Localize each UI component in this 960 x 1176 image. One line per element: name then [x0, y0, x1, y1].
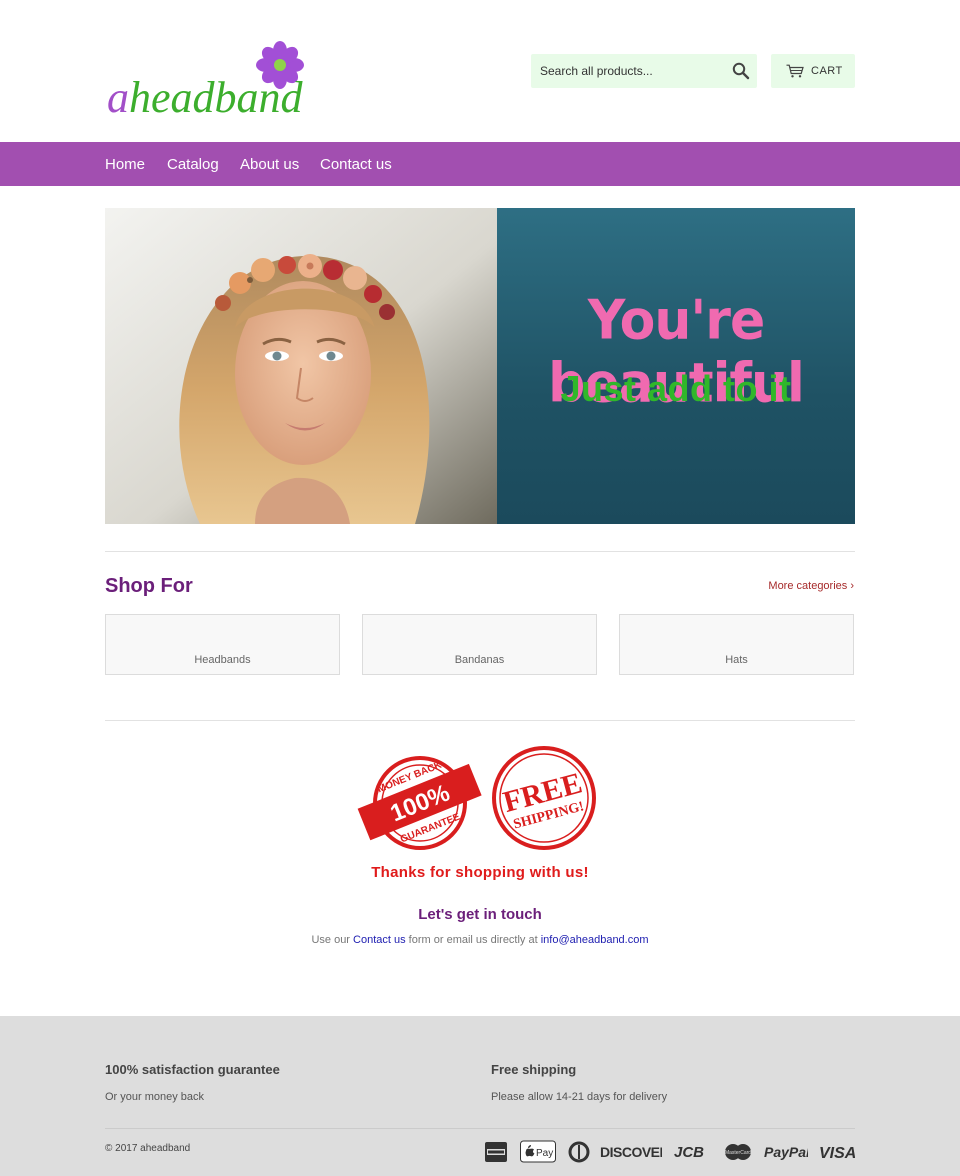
site-header: aheadband Search all products... CART	[0, 0, 960, 142]
site-footer: 100% satisfaction guarantee Or your mone…	[0, 1016, 960, 1176]
hero-text-panel: You're beautiful Just add to it	[497, 208, 855, 524]
contact-text: Use our Contact us form or email us dire…	[0, 934, 960, 946]
satisfaction-text: Or your money back	[105, 1091, 205, 1103]
contact-us-link[interactable]: Contact us	[353, 934, 406, 946]
hero-subline: Just add to it	[560, 368, 792, 409]
visa-label: VISA	[819, 1145, 855, 1162]
nav-item-home[interactable]: Home	[105, 156, 145, 173]
nav-item-contact-us[interactable]: Contact us	[320, 156, 392, 173]
apple-pay-icon: Pay	[520, 1140, 556, 1163]
search-icon[interactable]	[731, 61, 751, 81]
free-shipping-title: Free shipping	[491, 1062, 577, 1077]
hero-photo	[105, 208, 497, 524]
cart-label: CART	[811, 65, 843, 77]
site-logo[interactable]: aheadband	[105, 38, 330, 122]
category-label: Headbands	[194, 654, 251, 666]
master-label: MasterCard	[725, 1150, 751, 1156]
american-express-icon	[485, 1142, 507, 1162]
category-label: Bandanas	[454, 654, 505, 666]
footer-divider	[105, 1128, 855, 1129]
main-nav: Home Catalog About us Contact us	[0, 142, 960, 186]
logo-wordmark: aheadband	[107, 73, 303, 122]
category-label: Hats	[725, 654, 748, 666]
nav-item-catalog[interactable]: Catalog	[167, 156, 219, 173]
satisfaction-title: 100% satisfaction guarantee	[105, 1062, 280, 1077]
hero-banner[interactable]: You're beautiful Just add to it	[105, 208, 855, 524]
free-shipping-text: Please allow 14-21 days for delivery	[491, 1091, 668, 1103]
cart-button[interactable]: CART	[771, 54, 855, 88]
contact-text-middle: form or email us directly at	[405, 934, 541, 946]
section-divider	[105, 720, 855, 721]
more-categories-link[interactable]: More categories ›	[768, 580, 854, 592]
free-shipping-stamp: FREE SHIPPING!	[492, 746, 596, 850]
paypal-icon: PayPal	[764, 1144, 808, 1160]
apple-pay-label: Pay	[536, 1148, 553, 1159]
copyright: © 2017 aheadband	[105, 1143, 191, 1154]
section-divider	[105, 551, 855, 552]
visa-icon: VISA	[819, 1145, 855, 1162]
shop-for-title: Shop For	[105, 575, 193, 597]
email-link[interactable]: info@aheadband.com	[541, 934, 649, 946]
money-back-stamp: 100% MONEY BACK GUARANTEE	[357, 756, 482, 850]
master-icon: MasterCard	[725, 1144, 751, 1160]
discover-label: DISCOVER	[600, 1144, 662, 1160]
category-card-headbands[interactable]: Headbands	[105, 614, 340, 675]
guarantee-badges: 100% MONEY BACK GUARANTEE FREE SHIPPING!	[357, 746, 596, 850]
contact-text-before: Use our	[311, 934, 354, 946]
jcb-icon: JCB	[674, 1144, 704, 1161]
nav-item-about-us[interactable]: About us	[240, 156, 299, 173]
paypal-label: PayPal	[764, 1144, 808, 1160]
thanks-message: Thanks for shopping with us!	[371, 864, 589, 881]
cart-icon	[786, 64, 804, 78]
discover-icon: DISCOVER	[600, 1144, 662, 1160]
search-input[interactable]: Search all products...	[540, 64, 653, 78]
category-card-hats[interactable]: Hats	[619, 614, 854, 675]
diners-club-icon	[568, 1141, 590, 1163]
jcb-label: JCB	[674, 1144, 704, 1161]
search-box[interactable]: Search all products...	[531, 54, 757, 88]
category-card-bandanas[interactable]: Bandanas	[362, 614, 597, 675]
contact-title: Let's get in touch	[418, 906, 542, 923]
